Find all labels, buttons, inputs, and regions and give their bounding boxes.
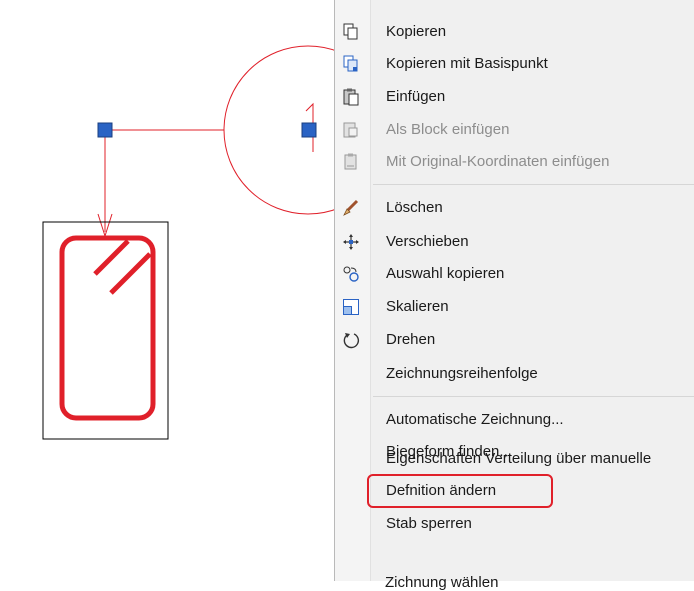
menu-item-label: Skalieren <box>386 298 449 315</box>
menu-item-label: Einfügen <box>386 88 446 105</box>
scale-icon <box>343 299 359 315</box>
menu-item-label: Drehen <box>386 331 436 348</box>
menu-item-label: Mit Original-Koordinaten einfügen <box>386 153 610 170</box>
copy-icon <box>343 23 358 40</box>
menu-item-label: Stab sperren <box>386 515 472 532</box>
menu-item-copy-base-point[interactable]: Kopieren mit Basispunkt <box>335 49 694 79</box>
menu-item-auto-drawing[interactable]: Automatische Zeichnung... <box>335 405 694 435</box>
paste-original-coordinates-icon <box>344 153 357 170</box>
menu-item-label: Kopieren mit Basispunkt <box>386 55 548 72</box>
menu-item-label: Löschen <box>386 199 443 216</box>
paste-as-block-icon <box>343 122 358 138</box>
menu-item-copy[interactable]: Kopieren <box>335 17 694 47</box>
menu-item-erase[interactable]: Löschen <box>335 193 694 223</box>
menu-item-lock-bar[interactable]: Stab sperren <box>335 509 694 539</box>
menu-item-move[interactable]: Verschieben <box>335 227 694 257</box>
highlight-box <box>367 474 553 508</box>
menu-separator <box>373 396 694 397</box>
move-icon <box>343 234 359 250</box>
stirrup-hook-2 <box>109 252 152 295</box>
menu-item-paste-as-block[interactable]: Als Block einfügen <box>335 115 694 145</box>
rotate-icon <box>343 333 360 349</box>
grip-left[interactable] <box>97 122 113 138</box>
copy-selection-icon <box>343 266 359 282</box>
menu-item-paste[interactable]: Einfügen <box>335 82 694 112</box>
menu-item-label: Eigenschaften Verteilung über manuelle <box>386 450 652 467</box>
menu-item-label: Kopieren <box>386 23 447 40</box>
erase-icon <box>343 199 359 216</box>
menu-item-label: Auswahl kopieren <box>386 265 505 282</box>
stirrup-hook-1 <box>93 239 130 276</box>
menu-item-label: Als Block einfügen <box>386 121 510 138</box>
menu-item-clipped-label[interactable]: Zichnung wählen <box>385 574 498 591</box>
menu-item-label: Zeichnungsreihenfolge <box>386 365 538 382</box>
paste-icon <box>343 88 359 106</box>
menu-item-scale[interactable]: Skalieren <box>335 292 694 322</box>
menu-item-paste-original-coordinates[interactable]: Mit Original-Koordinaten einfügen <box>335 147 694 177</box>
grip-right[interactable] <box>301 122 317 138</box>
menu-item-draw-order[interactable]: Zeichnungsreihenfolge <box>335 359 694 389</box>
menu-item-label: Verschieben <box>386 233 469 250</box>
copy-base-point-icon <box>343 55 358 72</box>
menu-item-rotate[interactable]: Drehen <box>335 325 694 355</box>
menu-separator <box>373 184 694 185</box>
menu-item-label: Automatische Zeichnung... <box>386 411 564 428</box>
menu-item-copy-selection[interactable]: Auswahl kopieren <box>335 259 694 289</box>
